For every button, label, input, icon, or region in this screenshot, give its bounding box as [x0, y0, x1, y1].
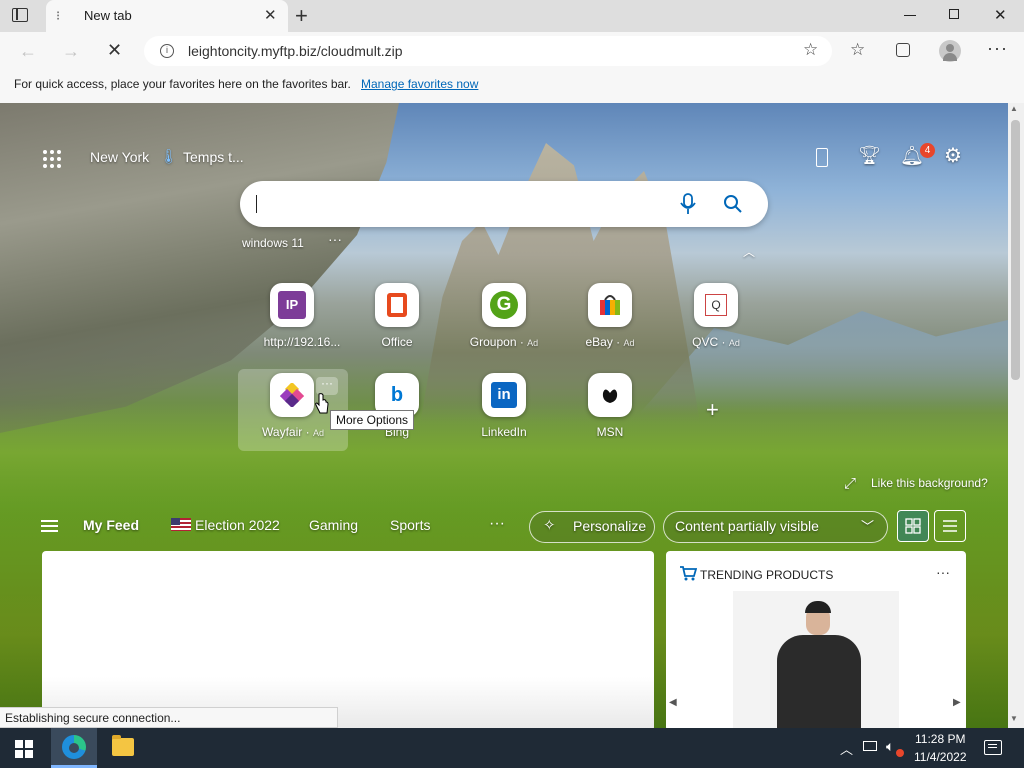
file-explorer-icon[interactable]	[112, 735, 134, 756]
tab-gaming[interactable]: Gaming	[309, 517, 358, 533]
trending-title: TRENDING PRODUCTS	[700, 568, 834, 582]
quick-link-label: QVC · Ad	[692, 335, 740, 349]
weather-label[interactable]: Temps t...	[183, 149, 244, 165]
tab-new-tab[interactable]	[46, 0, 288, 32]
us-flag-icon	[171, 518, 191, 531]
manage-favorites-link[interactable]: Manage favorites now	[361, 77, 478, 91]
quick-link-label: Office	[381, 335, 413, 349]
product-image[interactable]	[733, 591, 899, 728]
feed-card-placeholder	[42, 551, 654, 728]
wayfair-icon	[270, 373, 314, 417]
hand-cursor-icon	[314, 393, 330, 418]
more-options-tooltip: More Options	[330, 410, 415, 430]
personalize-sparkle-icon: ✧	[543, 517, 556, 534]
edge-icon	[62, 735, 86, 759]
new-tab-icon[interactable]: +	[295, 3, 308, 29]
stop-loading-icon[interactable]: ✕	[107, 40, 122, 61]
quick-link-tile[interactable]: eBay · Ad	[555, 283, 665, 349]
collections-icon[interactable]	[896, 43, 910, 57]
ebay-bag-icon	[588, 283, 632, 327]
profile-avatar[interactable]	[939, 40, 961, 62]
notification-badge: 4	[920, 143, 935, 158]
page-settings-gear-icon[interactable]: ⚙	[944, 143, 962, 168]
content-visibility-label: Content partially visible	[675, 518, 819, 534]
phone-icon[interactable]	[816, 148, 828, 167]
quick-link-tile[interactable]: Q QVC · Ad	[661, 283, 771, 349]
grid-layout-icon[interactable]	[897, 510, 929, 542]
favorites-icon[interactable]: ☆	[850, 40, 865, 60]
windows-start-icon[interactable]	[15, 740, 33, 761]
carousel-next-icon[interactable]: ▶	[953, 697, 961, 708]
site-info-icon[interactable]: i	[160, 44, 174, 58]
restore-icon[interactable]	[949, 9, 959, 19]
list-layout-icon[interactable]	[934, 510, 966, 542]
tray-overflow-icon[interactable]: ︿	[840, 739, 853, 758]
close-tab-icon[interactable]: ✕	[264, 6, 277, 24]
tab-my-feed[interactable]: My Feed	[83, 517, 139, 533]
quick-link-tile[interactable]: MSN	[555, 373, 665, 439]
microphone-icon[interactable]	[680, 193, 696, 218]
quick-link-tile[interactable]: in LinkedIn	[449, 373, 559, 439]
notifications-icon[interactable]	[984, 740, 1002, 755]
quick-link-tile[interactable]: G Groupon · Ad	[449, 283, 559, 349]
search-input[interactable]	[256, 195, 257, 213]
recent-search-more-icon[interactable]: ···	[328, 231, 342, 247]
qvc-icon: Q	[694, 283, 738, 327]
card-more-icon[interactable]: ···	[936, 564, 950, 580]
shopping-cart-icon	[679, 565, 698, 584]
add-favorite-icon[interactable]: ☆	[803, 40, 818, 60]
close-window-icon[interactable]: ✕	[994, 6, 1007, 24]
tab-title: New tab	[84, 8, 132, 23]
network-icon[interactable]	[863, 741, 877, 751]
personalize-label: Personalize	[573, 518, 647, 534]
add-shortcut-icon[interactable]: +	[706, 397, 719, 423]
back-icon[interactable]: ←	[19, 41, 37, 62]
chevron-down-icon: ﹀	[861, 519, 875, 534]
scroll-up-icon[interactable]: ▲	[1010, 104, 1018, 113]
feed-more-icon[interactable]: ···	[489, 515, 505, 533]
quick-link-label: LinkedIn	[481, 425, 527, 439]
msn-butterfly-icon	[588, 373, 632, 417]
mute-indicator	[896, 749, 904, 757]
volume-muted-icon[interactable]: 🔈︎	[886, 738, 894, 755]
tab-sports[interactable]: Sports	[390, 517, 430, 533]
loading-icon: ⁝	[56, 8, 61, 23]
clock-date[interactable]: 11/4/2022	[914, 750, 967, 764]
tab-actions-icon[interactable]	[12, 8, 28, 22]
apps-launcher-icon[interactable]	[42, 149, 62, 169]
collapse-chevron-icon[interactable]: ︿	[743, 243, 755, 260]
like-background-link[interactable]: Like this background?	[871, 476, 988, 490]
office-icon	[375, 283, 419, 327]
search-icon[interactable]	[723, 194, 743, 217]
quick-link-tile[interactable]: IP http://192.16...	[247, 283, 357, 349]
quick-link-tile[interactable]: Office	[342, 283, 452, 349]
quick-link-label: http://192.16...	[263, 335, 341, 349]
rewards-trophy-icon[interactable]: 🏆︎	[858, 145, 881, 166]
scrollbar-thumb[interactable]	[1011, 120, 1020, 380]
ip-tile-icon: IP	[270, 283, 314, 327]
new-tab-page: New York 🌡 Temps t... 🏆︎ 🔔︎ 4 ⚙ windows …	[0, 103, 1008, 728]
feed-menu-icon[interactable]	[41, 520, 58, 532]
clock-time[interactable]: 11:28 PM	[915, 732, 965, 746]
quick-link-label: MSN	[596, 425, 624, 439]
thermometer-icon: 🌡	[160, 148, 178, 164]
expand-icon[interactable]: ⤢	[844, 475, 856, 492]
forward-icon[interactable]: →	[62, 41, 80, 62]
settings-more-icon[interactable]: ···	[987, 38, 1008, 59]
linkedin-icon: in	[482, 373, 526, 417]
carousel-prev-icon[interactable]: ◀	[669, 697, 677, 708]
minimize-icon[interactable]	[904, 15, 916, 16]
address-text[interactable]: leightoncity.myftp.biz/cloudmult.zip	[188, 43, 403, 59]
groupon-icon: G	[482, 283, 526, 327]
quick-link-label: Groupon · Ad	[469, 335, 539, 349]
recent-search-chip[interactable]: windows 11	[242, 236, 304, 250]
location-label[interactable]: New York	[90, 149, 149, 165]
quick-link-label: eBay · Ad	[585, 335, 635, 349]
favorites-prompt: For quick access, place your favorites h…	[14, 77, 351, 91]
tab-election-2022[interactable]: Election 2022	[195, 517, 280, 533]
scroll-down-icon[interactable]: ▼	[1010, 714, 1018, 723]
status-bubble: Establishing secure connection...	[0, 707, 338, 728]
